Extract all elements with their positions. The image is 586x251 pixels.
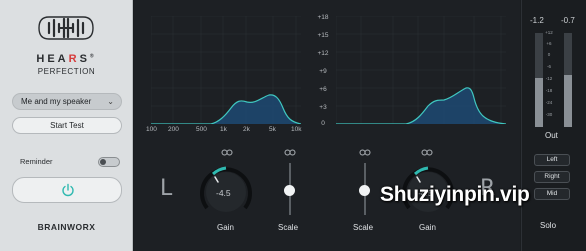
- meter-tick: -18: [545, 88, 553, 93]
- left-gain-value: -4.5: [216, 188, 231, 198]
- meter-tick: +12: [545, 30, 553, 35]
- meter-tick: 0: [547, 52, 551, 57]
- left-eq-graph: [151, 16, 301, 124]
- meter-tick: +6: [546, 41, 552, 46]
- db-tick: 0: [321, 120, 325, 127]
- power-button[interactable]: [12, 177, 122, 203]
- solo-mid-button[interactable]: Mid: [534, 188, 570, 200]
- peak-right-value: -0.7: [561, 16, 575, 25]
- db-tick: +18: [317, 14, 329, 21]
- db-tick: +15: [317, 32, 329, 39]
- freq-label: 200: [168, 126, 179, 133]
- freq-label: 2k: [243, 126, 250, 133]
- link-icon[interactable]: [421, 148, 433, 157]
- power-icon: [62, 183, 74, 197]
- right-eq-graph: [336, 16, 506, 124]
- meter-tick: -12: [545, 76, 553, 81]
- left-scale-thumb[interactable]: [284, 185, 295, 196]
- meter-tick: -24: [545, 100, 553, 105]
- brand-subtitle: PERFECTION: [37, 67, 96, 76]
- db-tick: +3: [319, 104, 327, 111]
- right-scale-label: Scale: [353, 223, 374, 232]
- output-meter-right: [564, 33, 572, 127]
- reminder-label: Reminder: [20, 157, 53, 166]
- left-gain-knob[interactable]: -4.5: [196, 162, 256, 222]
- freq-label: 1k: [220, 126, 227, 133]
- toggle-knob: [100, 159, 106, 165]
- solo-left-button[interactable]: Left: [534, 154, 570, 166]
- profile-dropdown-value: Me and my speaker: [21, 97, 92, 106]
- freq-label: 100: [146, 126, 157, 133]
- left-scale-label: Scale: [278, 223, 299, 232]
- left-gain-label: Gain: [217, 223, 234, 232]
- solo-right-button[interactable]: Right: [534, 171, 570, 183]
- brand-name: HEARS®: [36, 53, 97, 65]
- watermark: Shuziyinpin.vip: [380, 183, 530, 206]
- link-icon[interactable]: [284, 148, 296, 157]
- peak-left-value: -1.2: [530, 16, 544, 25]
- link-icon[interactable]: [359, 148, 371, 157]
- hears-logo: [35, 14, 97, 42]
- profile-dropdown[interactable]: Me and my speaker ⌄: [12, 93, 122, 110]
- db-tick: +9: [319, 68, 327, 75]
- left-panel: HEARS® PERFECTION Me and my speaker ⌄ St…: [0, 0, 133, 251]
- freq-label: 500: [196, 126, 207, 133]
- db-tick: +12: [317, 50, 329, 57]
- start-test-button[interactable]: Start Test: [12, 117, 122, 134]
- meter-fill: [564, 75, 572, 127]
- reminder-toggle[interactable]: [98, 157, 120, 167]
- freq-label: 10k: [291, 126, 302, 133]
- link-icon[interactable]: [221, 148, 233, 157]
- output-label: Out: [545, 131, 558, 140]
- output-panel: [521, 0, 586, 251]
- chevron-down-icon: ⌄: [107, 97, 114, 106]
- solo-label: Solo: [540, 221, 557, 230]
- brainworx-logo: BRAINWORX: [37, 222, 96, 232]
- right-gain-label: Gain: [419, 223, 436, 232]
- meter-tick: -30: [545, 112, 553, 117]
- left-channel-label: L: [160, 176, 173, 201]
- right-scale-thumb[interactable]: [359, 185, 370, 196]
- freq-label: 5k: [269, 126, 276, 133]
- db-tick: +6: [319, 86, 327, 93]
- meter-tick: -6: [546, 64, 551, 69]
